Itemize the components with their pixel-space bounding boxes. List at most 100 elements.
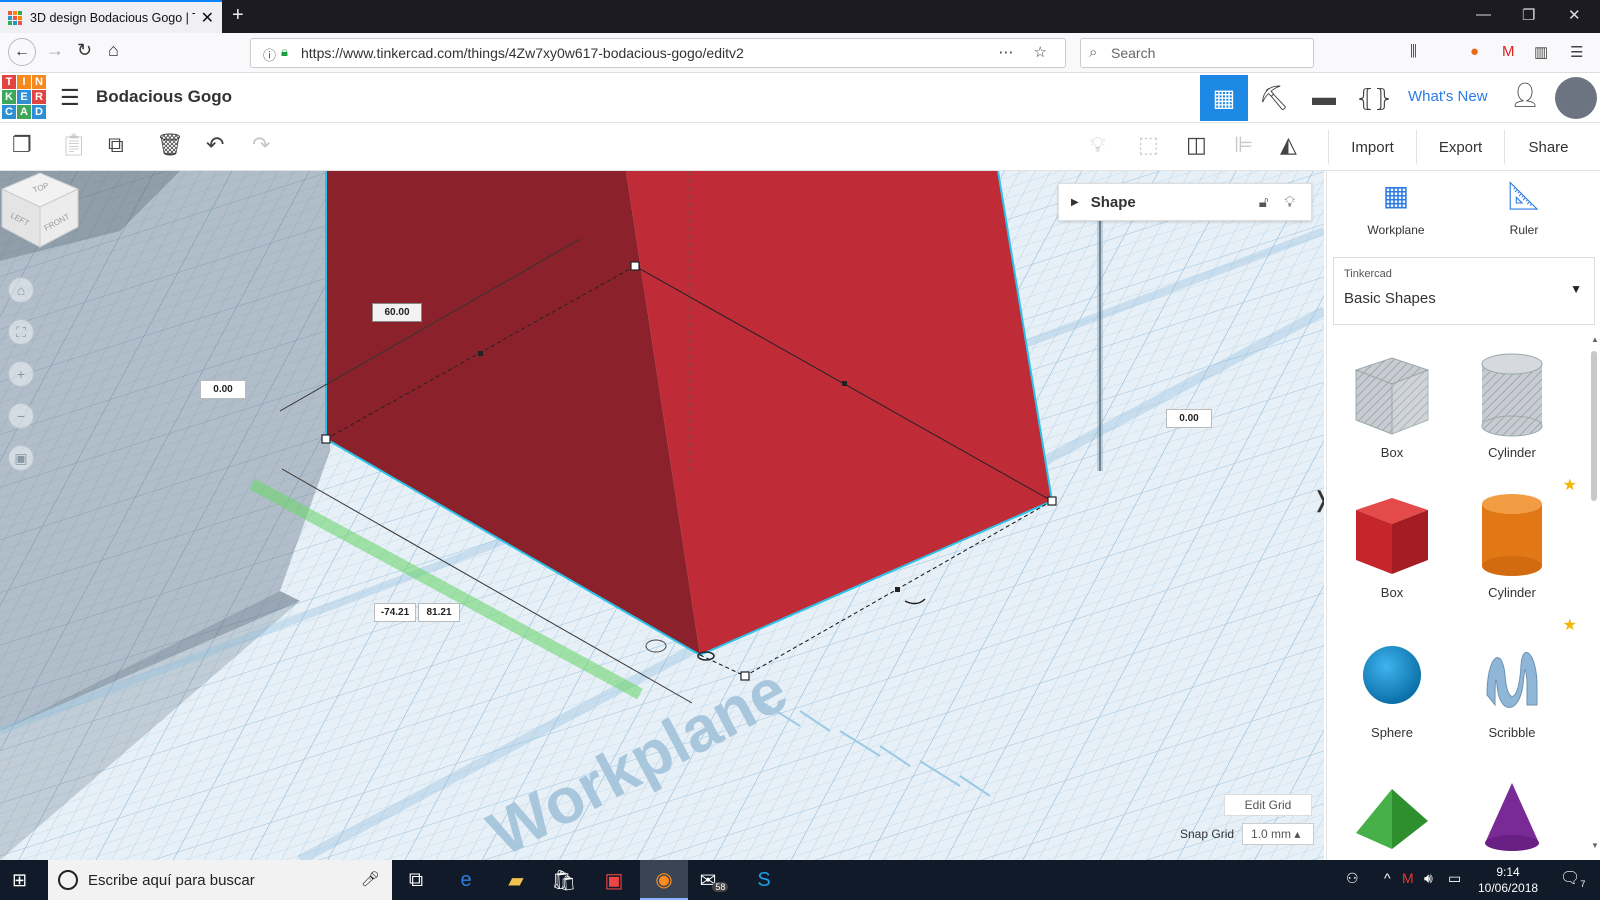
shape-item-cone[interactable]: [1457, 765, 1567, 860]
search-input[interactable]: ⌕ Search: [1080, 38, 1314, 68]
shapes-scrollbar[interactable]: ▲ ▼: [1589, 335, 1599, 855]
position-dimension-label[interactable]: -74.21: [374, 603, 416, 622]
store-icon[interactable]: 🛍︎: [540, 860, 588, 900]
bricks-button[interactable]: ▬: [1300, 75, 1348, 121]
expand-arrow-icon[interactable]: ▶: [1071, 197, 1079, 208]
shape-item-roof[interactable]: [1337, 765, 1447, 860]
import-button[interactable]: Import: [1328, 130, 1416, 164]
file-explorer-icon[interactable]: ▰: [492, 860, 540, 900]
shape-item-box-hole[interactable]: Box: [1337, 345, 1447, 475]
back-icon[interactable]: ←: [8, 38, 36, 66]
zoom-out-icon[interactable]: −: [8, 403, 34, 429]
offset-left-dimension-label[interactable]: 0.00: [200, 380, 246, 399]
sidebar-icon[interactable]: ▥: [1534, 43, 1548, 61]
workplane-tool[interactable]: ▦ Workplane: [1351, 179, 1441, 237]
redo-icon[interactable]: ↷: [252, 132, 270, 158]
snap-grid-select[interactable]: 1.0 mm ▴: [1242, 823, 1315, 845]
tinkercad-logo[interactable]: T I N K E R C A D: [2, 75, 46, 119]
perspective-icon[interactable]: ▣: [8, 445, 34, 471]
system-clock[interactable]: 9:14 10/06/2018: [1478, 864, 1538, 896]
windows-start-icon[interactable]: ⊞: [12, 870, 27, 891]
grid-icon: ▦: [1212, 84, 1236, 112]
workplane-canvas[interactable]: Workplane TOP LEFT FRONT ⌂ ⛶ + − ▣ 60.00…: [0, 171, 1324, 860]
codeblocks-view-button[interactable]: ⦃⦄: [1350, 75, 1398, 121]
project-title[interactable]: Bodacious Gogo: [96, 87, 232, 107]
forward-icon[interactable]: →: [46, 40, 64, 61]
shape-item-scribble[interactable]: ★ Scribble: [1457, 617, 1577, 755]
offset-right-dimension-label[interactable]: 0.00: [1166, 409, 1212, 428]
skype-icon[interactable]: S: [740, 860, 788, 900]
whats-new-link[interactable]: What's New: [1408, 88, 1488, 105]
tray-gmail-icon[interactable]: M: [1402, 870, 1414, 886]
3d-view-button[interactable]: ▦: [1200, 75, 1248, 121]
shape-label: Cylinder: [1488, 585, 1536, 600]
shape-item-cylinder[interactable]: ★ Cylinder: [1457, 477, 1577, 615]
maximize-icon[interactable]: ❐: [1522, 6, 1535, 24]
mirror-icon[interactable]: ◭: [1280, 132, 1297, 158]
shape-item-box[interactable]: Box: [1337, 485, 1447, 615]
edge-icon[interactable]: e: [442, 860, 490, 900]
copy-icon[interactable]: ❐: [12, 132, 32, 158]
close-window-icon[interactable]: ✕: [1568, 6, 1581, 24]
library-icon[interactable]: ⫼: [1410, 43, 1417, 60]
scroll-thumb[interactable]: [1591, 351, 1597, 501]
firefox-icon[interactable]: ◉: [640, 860, 688, 900]
scroll-up-icon[interactable]: ▲: [1591, 335, 1599, 344]
reload-icon[interactable]: ↻: [77, 40, 92, 61]
paste-icon[interactable]: 📋︎: [60, 132, 88, 158]
ruler-icon: 📐︎: [1506, 180, 1542, 211]
people-icon[interactable]: ⚇: [1346, 870, 1359, 887]
new-tab-icon[interactable]: +: [232, 4, 244, 27]
taskbar-search[interactable]: Escribe aquí para buscar 🎤︎: [48, 860, 392, 900]
codeblocks-button[interactable]: ⛏: [1250, 75, 1298, 121]
logo-letter: N: [32, 75, 46, 89]
microphone-icon[interactable]: 🎤︎: [361, 870, 380, 888]
volume-icon[interactable]: 🔊︎: [1424, 870, 1433, 887]
network-icon[interactable]: ▭: [1448, 870, 1461, 887]
light-icon[interactable]: 💡︎: [1090, 132, 1105, 158]
notification-icon[interactable]: 🗨︎7: [1560, 868, 1585, 889]
library-provider: Tinkercad: [1344, 268, 1392, 280]
height-dimension-label[interactable]: 60.00: [372, 303, 422, 322]
share-button[interactable]: Share: [1504, 130, 1592, 164]
minimize-icon[interactable]: —: [1476, 6, 1491, 23]
home-icon[interactable]: ⌂: [108, 40, 119, 61]
length-dimension-label[interactable]: 81.21: [418, 603, 460, 622]
shape-inspector[interactable]: ▶ Shape 🔓︎ 💡︎: [1058, 183, 1312, 221]
avatar[interactable]: [1555, 77, 1597, 119]
fit-view-icon[interactable]: ⛶: [8, 319, 34, 345]
page-actions-icon[interactable]: ⋯ ☆: [998, 43, 1055, 61]
gmail-icon[interactable]: M: [1502, 43, 1515, 60]
mail-icon[interactable]: ✉ 58: [690, 860, 738, 900]
media-app-icon[interactable]: ▣: [590, 860, 638, 900]
add-user-icon[interactable]: 👤︎: [1510, 81, 1540, 110]
url-bar[interactable]: ⓘ 🔒︎ https://www.tinkercad.com/things/4Z…: [250, 38, 1066, 68]
menu-icon[interactable]: ☰: [1570, 43, 1583, 61]
task-view-icon[interactable]: ⧉: [392, 860, 440, 900]
ruler-tool[interactable]: 📐︎ Ruler: [1479, 179, 1569, 237]
shape-item-cylinder-hole[interactable]: Cylinder: [1457, 345, 1567, 475]
ungroup-icon[interactable]: ◫: [1186, 132, 1207, 158]
home-view-icon[interactable]: ⌂: [8, 277, 34, 303]
export-button[interactable]: Export: [1416, 130, 1504, 164]
undo-icon[interactable]: ↶: [206, 132, 224, 158]
view-cube[interactable]: TOP LEFT FRONT: [0, 171, 80, 251]
align-icon[interactable]: ⊫: [1234, 132, 1253, 158]
tray-chevron-icon[interactable]: ^: [1384, 870, 1391, 886]
design-list-icon[interactable]: ☰: [60, 85, 80, 111]
shape-library-select[interactable]: Tinkercad Basic Shapes ▼: [1333, 257, 1595, 325]
unlock-icon[interactable]: 🔓︎: [1259, 194, 1269, 211]
close-tab-icon[interactable]: ✕: [201, 8, 214, 28]
scroll-down-icon[interactable]: ▼: [1591, 841, 1599, 850]
info-icon[interactable]: ⓘ: [263, 45, 276, 64]
visibility-bulb-icon[interactable]: 💡︎: [1284, 194, 1295, 211]
extension-icon[interactable]: ●: [1470, 43, 1479, 60]
shape-item-sphere[interactable]: Sphere: [1337, 625, 1447, 755]
zoom-in-icon[interactable]: +: [8, 361, 34, 387]
edit-grid-button[interactable]: Edit Grid: [1224, 794, 1312, 816]
duplicate-icon[interactable]: ⧉: [108, 132, 124, 158]
collapse-panel-icon[interactable]: ❭: [1312, 487, 1324, 513]
browser-tab-active[interactable]: 3D design Bodacious Gogo | Ti ✕: [0, 0, 222, 33]
group-icon[interactable]: ⬚: [1138, 132, 1159, 158]
delete-icon[interactable]: 🗑︎: [156, 132, 184, 158]
